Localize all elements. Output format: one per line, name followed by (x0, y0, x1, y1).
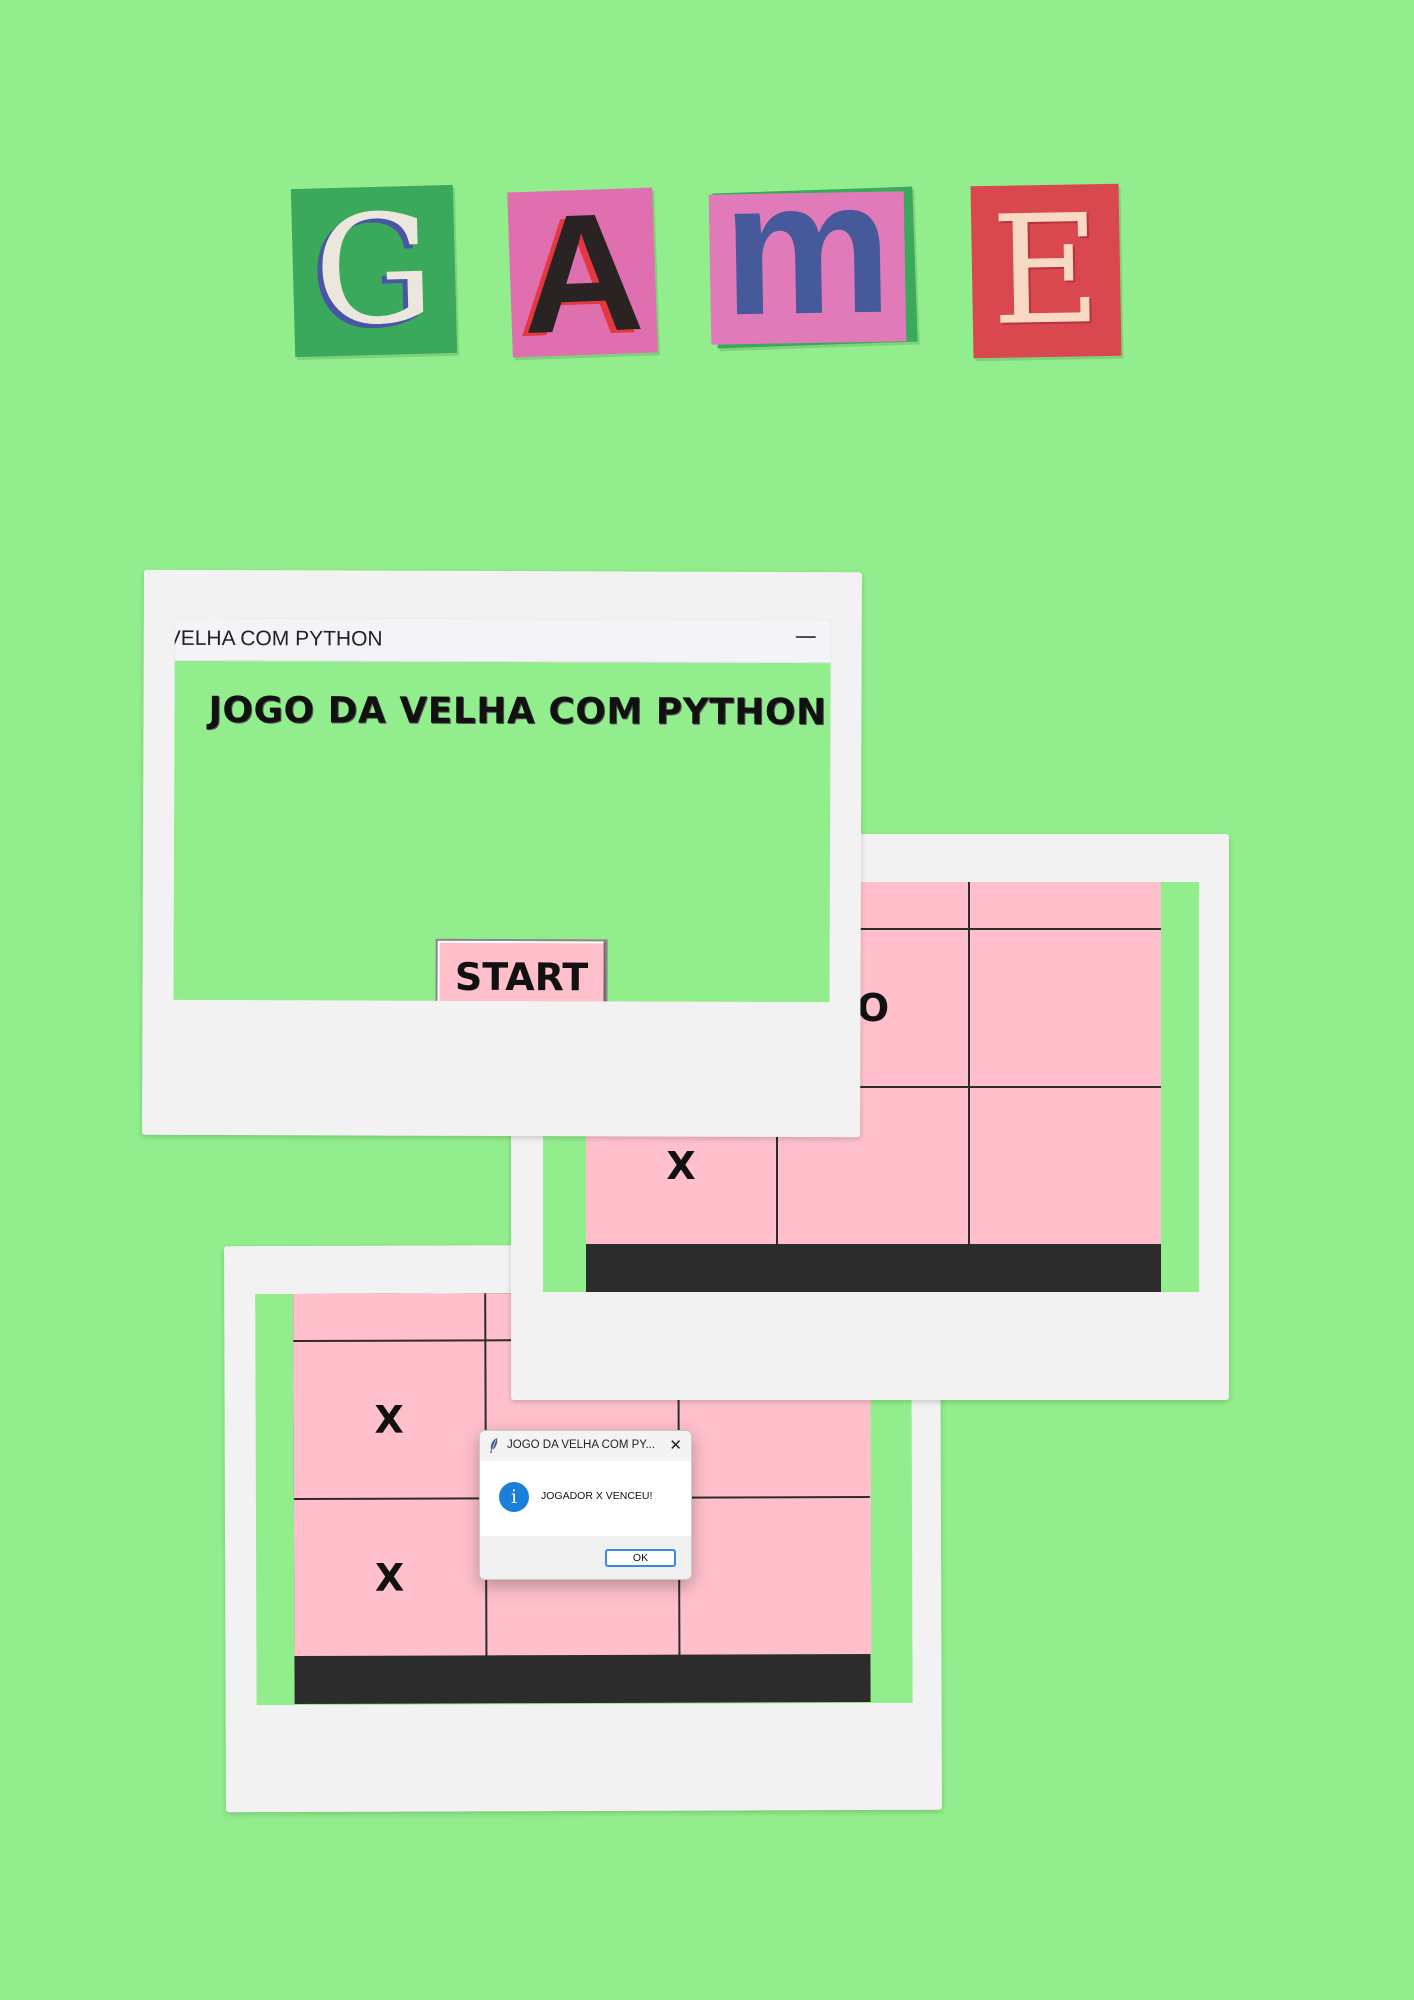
minimize-icon[interactable]: — (791, 622, 821, 652)
title-letter-a: A (507, 176, 658, 369)
title-letter-a-text: A (518, 176, 647, 369)
start-window: VELHA COM PYTHON — JOGO DA VELHA COM PYT… (173, 617, 831, 1003)
winner-dialog: JOGO DA VELHA COM PY... ✕ i JOGADOR X VE… (479, 1430, 692, 1580)
start-button[interactable]: START (435, 938, 608, 1003)
board-cell[interactable] (970, 930, 1161, 1086)
dialog-title: JOGO DA VELHA COM PY... (507, 1439, 656, 1451)
polaroid-start-window: VELHA COM PYTHON — JOGO DA VELHA COM PYT… (142, 569, 862, 1138)
title-letter-m-text: m (720, 140, 894, 356)
window-titlebar: VELHA COM PYTHON — (173, 617, 831, 664)
title-letter-g-text: G (311, 182, 437, 360)
title-letter-g: G (290, 182, 458, 360)
title-letter-m: m (708, 141, 907, 355)
board-cell[interactable] (679, 1497, 872, 1655)
feather-icon (490, 1438, 498, 1453)
close-icon[interactable]: ✕ (669, 1436, 682, 1454)
board-cell[interactable] (970, 882, 1161, 928)
title-letter-e-text: E (989, 183, 1103, 359)
board-cell[interactable]: X (293, 1499, 486, 1657)
game-heading: JOGO DA VELHA COM PYTHON (208, 689, 827, 734)
window-title: VELHA COM PYTHON (173, 626, 383, 651)
dialog-titlebar: JOGO DA VELHA COM PY... ✕ (480, 1431, 691, 1461)
dialog-footer: OK (480, 1536, 691, 1579)
board-cell[interactable] (970, 1088, 1161, 1244)
board-cell[interactable]: X (292, 1291, 485, 1341)
ok-button[interactable]: OK (605, 1549, 676, 1567)
dialog-message: JOGADOR X VENCEU! (541, 1490, 653, 1502)
info-icon: i (499, 1482, 529, 1512)
board-cell[interactable]: X (293, 1341, 485, 1499)
title-letter-e: E (970, 183, 1122, 359)
